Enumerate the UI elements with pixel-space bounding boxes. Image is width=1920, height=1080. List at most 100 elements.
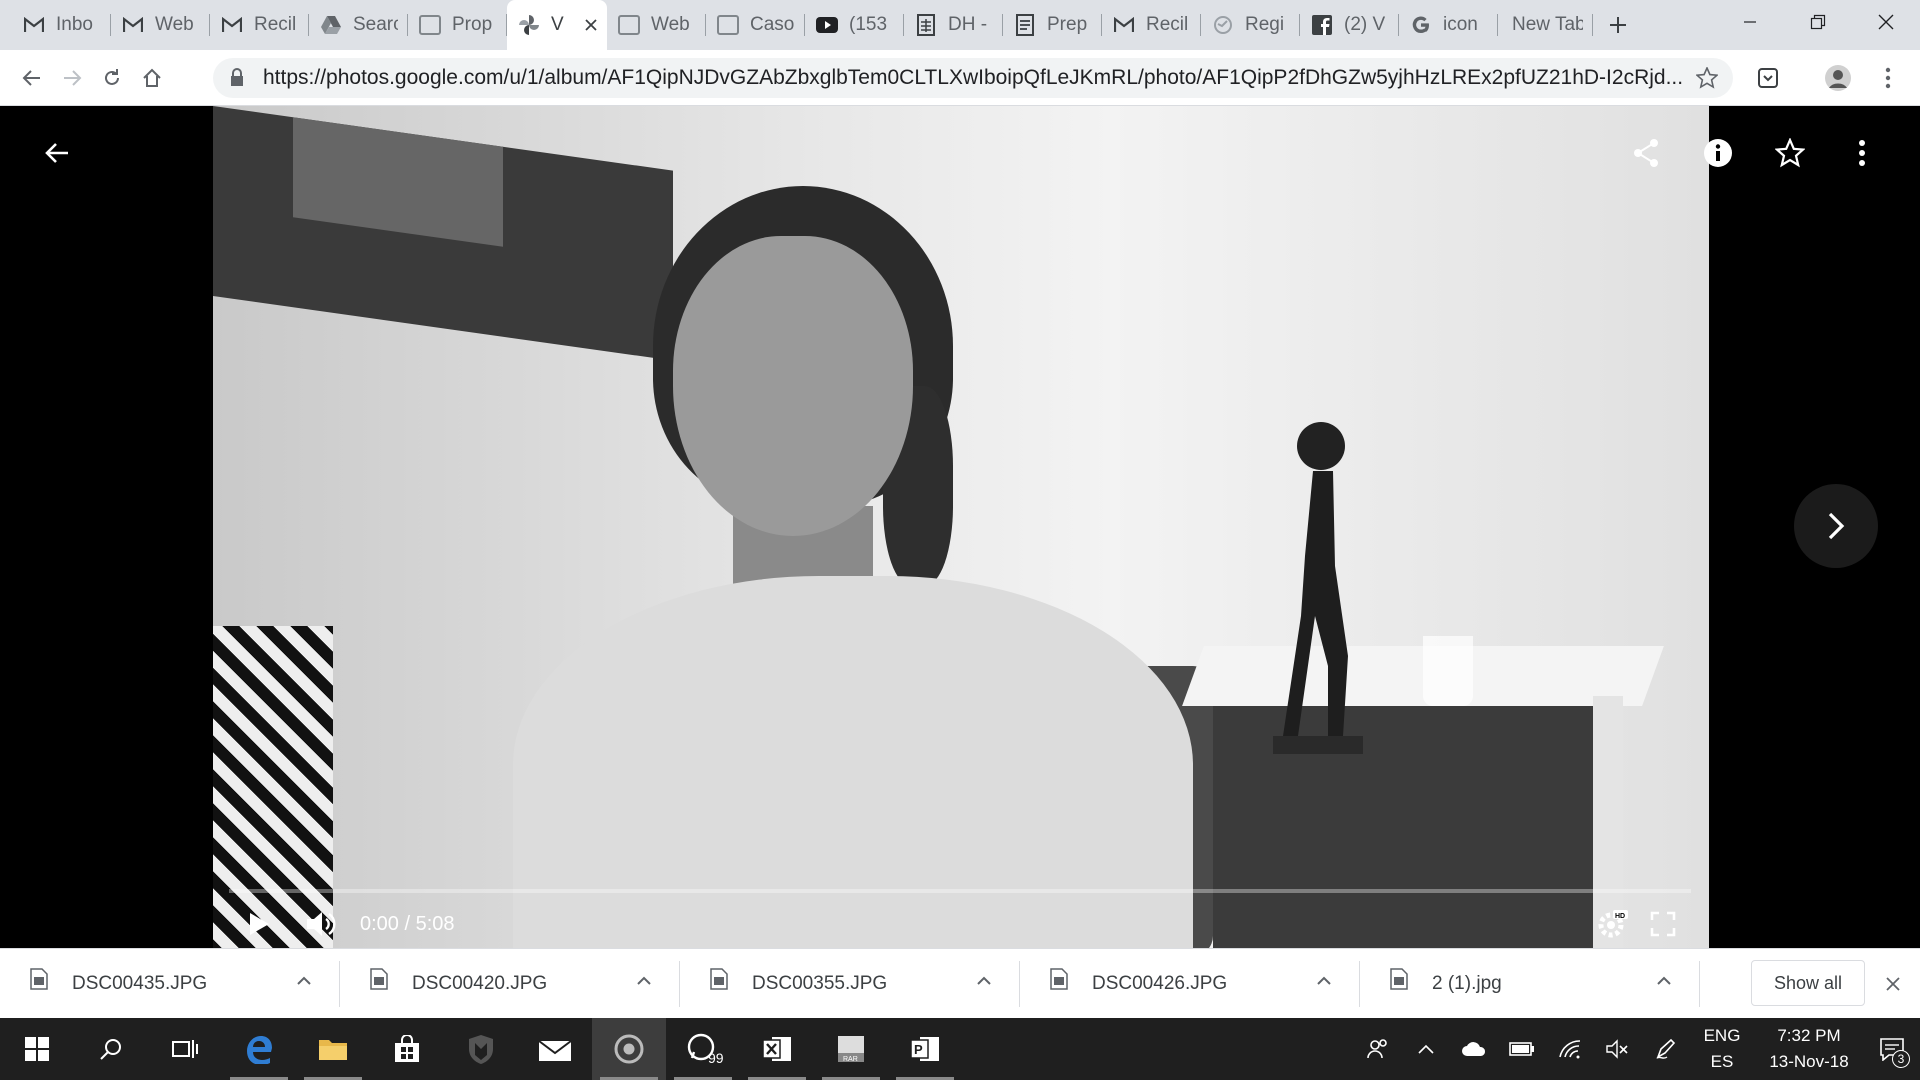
reload-button[interactable]	[92, 58, 132, 98]
taskbar-chrome[interactable]	[592, 1018, 666, 1080]
taskbar-excel[interactable]	[740, 1018, 814, 1080]
volume-muted-button[interactable]	[1594, 1018, 1642, 1080]
tab-title: DH -	[948, 14, 988, 35]
tab[interactable]: Web	[111, 0, 210, 50]
download-options-button[interactable]	[1644, 976, 1684, 986]
home-button[interactable]	[132, 58, 172, 98]
clock-time: 7:32 PM	[1777, 1026, 1841, 1045]
arrow-right-icon	[64, 69, 82, 86]
taskbar-edge[interactable]	[222, 1018, 296, 1080]
download-item[interactable]: DSC00355.JPG	[680, 949, 1020, 1019]
svg-text:RAR: RAR	[843, 1056, 858, 1063]
tab-title: Web	[651, 14, 690, 35]
close-window-button[interactable]	[1852, 0, 1920, 44]
tab[interactable]: DH -	[904, 0, 1003, 50]
download-options-button[interactable]	[624, 976, 664, 986]
tab[interactable]: Prep	[1003, 0, 1102, 50]
folder-icon	[319, 1040, 347, 1060]
task-view-button[interactable]	[148, 1018, 222, 1080]
pocket-extension-button[interactable]	[1748, 58, 1788, 98]
star-outline-icon	[1696, 67, 1718, 89]
tab[interactable]: (153	[805, 0, 904, 50]
quality-settings-button[interactable]: HD	[1597, 904, 1629, 944]
tab[interactable]: Caso	[706, 0, 805, 50]
wifi-button[interactable]	[1546, 1018, 1594, 1080]
tab[interactable]: (2) V	[1300, 0, 1399, 50]
tab[interactable]: Web	[607, 0, 706, 50]
download-item[interactable]: DSC00426.JPG	[1020, 949, 1360, 1019]
taskbar-mcafee[interactable]	[444, 1018, 518, 1080]
back-button[interactable]	[12, 58, 52, 98]
tab-title: Recil	[254, 14, 297, 35]
video-progress-bar[interactable]	[229, 889, 1691, 893]
show-hidden-icons-button[interactable]	[1402, 1018, 1450, 1080]
tab-active[interactable]: V	[507, 0, 607, 50]
download-filename: DSC00435.JPG	[72, 972, 208, 994]
close-shelf-button[interactable]	[1876, 967, 1910, 1001]
browser-menu-button[interactable]	[1868, 58, 1908, 98]
download-item[interactable]: 2 (1).jpg	[1360, 949, 1700, 1019]
taskbar-project[interactable]: P	[888, 1018, 962, 1080]
download-item[interactable]: DSC00435.JPG	[0, 949, 340, 1019]
new-tab-button[interactable]	[1593, 0, 1643, 50]
tab[interactable]: Inbo	[12, 0, 111, 50]
download-options-button[interactable]	[284, 976, 324, 986]
address-bar[interactable]: https://photos.google.com/u/1/album/AF1Q…	[213, 58, 1733, 98]
taskbar-store[interactable]	[370, 1018, 444, 1080]
battery-button[interactable]	[1498, 1018, 1546, 1080]
play-button[interactable]	[247, 904, 271, 944]
search-button[interactable]	[74, 1018, 148, 1080]
tab[interactable]: Searc	[309, 0, 408, 50]
tab[interactable]: icon	[1399, 0, 1498, 50]
pen-workspace-button[interactable]	[1642, 1018, 1690, 1080]
image-file-icon	[1390, 967, 1408, 990]
action-center-button[interactable]: 3	[1864, 1018, 1920, 1080]
bookmark-star-button[interactable]	[1687, 67, 1727, 89]
more-options-button[interactable]	[1838, 129, 1886, 177]
chevron-up-icon	[977, 976, 991, 985]
info-button[interactable]	[1694, 129, 1742, 177]
fullscreen-button[interactable]	[1650, 904, 1676, 944]
timecode-text: 0:00 / 5:08	[360, 912, 455, 935]
profile-avatar[interactable]	[1818, 58, 1858, 98]
forward-button[interactable]	[52, 58, 92, 98]
video-frame[interactable]	[213, 106, 1709, 948]
onedrive-button[interactable]	[1450, 1018, 1498, 1080]
photo-cup	[1423, 636, 1473, 706]
download-item[interactable]: DSC00420.JPG	[340, 949, 680, 1019]
restore-button[interactable]	[1784, 0, 1852, 44]
next-photo-button[interactable]	[1794, 484, 1878, 568]
people-button[interactable]	[1354, 1018, 1402, 1080]
tab[interactable]: New Tab	[1498, 0, 1593, 50]
show-all-downloads-button[interactable]: Show all	[1751, 960, 1865, 1006]
clock[interactable]: 7:32 PM 13-Nov-18	[1754, 1023, 1864, 1075]
fullscreen-icon	[1650, 911, 1676, 937]
volume-button[interactable]	[305, 904, 337, 944]
photo-striped-shirt	[213, 626, 333, 948]
tab[interactable]: Recil	[210, 0, 309, 50]
tab-title: Web	[155, 14, 194, 35]
mail-icon	[538, 1040, 572, 1061]
viewer-back-button[interactable]	[33, 129, 81, 177]
minimize-button[interactable]	[1716, 0, 1784, 44]
tab[interactable]: Regi	[1201, 0, 1300, 50]
favorite-button[interactable]	[1766, 129, 1814, 177]
chevron-up-icon	[1317, 976, 1331, 985]
download-options-button[interactable]	[1304, 976, 1344, 986]
taskbar-winrar[interactable]: RAR	[814, 1018, 888, 1080]
notification-count: 3	[1892, 1050, 1910, 1068]
input-language[interactable]: ENG ES	[1690, 1023, 1754, 1075]
download-filename: DSC00420.JPG	[412, 972, 548, 994]
tab[interactable]: Recil	[1102, 0, 1201, 50]
taskbar-mail[interactable]	[518, 1018, 592, 1080]
arrow-left-icon	[22, 69, 40, 86]
start-button[interactable]	[0, 1018, 74, 1080]
globe-icon	[1211, 13, 1235, 37]
tab-close-button[interactable]	[585, 14, 597, 37]
taskbar-whatsapp[interactable]: 99	[666, 1018, 740, 1080]
download-options-button[interactable]	[964, 976, 1004, 986]
tab[interactable]: Prop	[408, 0, 507, 50]
share-button[interactable]	[1622, 129, 1670, 177]
taskbar-file-explorer[interactable]	[296, 1018, 370, 1080]
gmail-icon	[121, 13, 145, 37]
